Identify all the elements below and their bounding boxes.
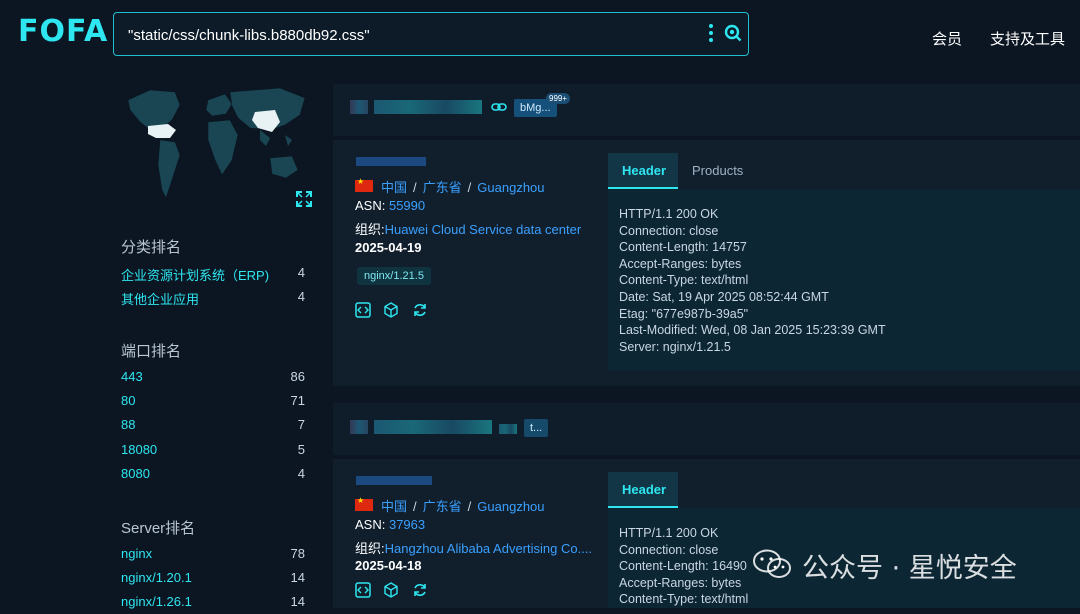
code-icon[interactable]	[355, 302, 371, 318]
nav-tools[interactable]: 支持及工具	[990, 28, 1065, 49]
server-tag[interactable]: nginx/1.21.5	[357, 267, 431, 285]
refresh-icon[interactable]	[412, 582, 428, 598]
count-badge: 999+	[546, 93, 571, 104]
server-item-count: 78	[290, 546, 305, 561]
result-date: 2025-04-18	[355, 558, 422, 573]
org-label: 组织:	[355, 222, 385, 237]
port-item-count: 5	[297, 442, 305, 457]
port-item-label[interactable]: 88	[121, 417, 135, 432]
result-tabs: Header Products	[608, 153, 1080, 189]
top-bar: FOFA 会员 支持及工具	[0, 0, 1080, 70]
more-options-icon[interactable]	[706, 21, 716, 47]
redacted-ip	[356, 476, 432, 485]
asn-link[interactable]: 37963	[389, 517, 425, 532]
wechat-icon	[753, 549, 791, 578]
server-item-count: 14	[290, 594, 305, 609]
search-icon[interactable]	[724, 24, 742, 42]
org-label: 组织:	[355, 541, 385, 556]
port-item-label[interactable]: 443	[121, 369, 143, 384]
server-item[interactable]: nginx/1.26.1 14	[121, 594, 305, 614]
http-header-text: HTTP/1.1 200 OK Connection: close Conten…	[619, 526, 749, 607]
port-item-label[interactable]: 80	[121, 393, 135, 408]
refresh-icon[interactable]	[412, 302, 428, 318]
category-item-count: 4	[297, 265, 305, 280]
asn-link[interactable]: 55990	[389, 198, 425, 213]
result-date: 2025-04-19	[355, 240, 422, 255]
result-tabs: Header	[608, 472, 1080, 508]
port-item[interactable]: 8080 4	[121, 466, 305, 486]
result-tag[interactable]: t...	[524, 419, 549, 437]
port-item-label[interactable]: 18080	[121, 442, 157, 457]
search-input[interactable]	[126, 21, 690, 49]
china-flag-icon	[355, 177, 373, 192]
port-item-count: 71	[290, 393, 305, 408]
category-item-count: 4	[297, 289, 305, 304]
redacted-ip	[356, 157, 426, 166]
port-item[interactable]: 88 7	[121, 417, 305, 437]
china-flag-icon	[355, 496, 373, 511]
category-item-label[interactable]: 其他企业应用	[121, 289, 199, 308]
world-map	[127, 87, 306, 199]
tab-header[interactable]: Header	[608, 472, 678, 508]
org-row: 组织:Hangzhou Alibaba Advertising Co....	[355, 538, 592, 557]
watermark-text: 公众号 · 星悦安全	[802, 553, 1017, 584]
http-header-text: HTTP/1.1 200 OK Connection: close Conten…	[619, 207, 886, 354]
location: 中国 / 广东省 / Guangzhou	[381, 499, 545, 514]
server-item-label[interactable]: nginx	[121, 546, 152, 561]
city-link[interactable]: Guangzhou	[477, 180, 544, 195]
server-item[interactable]: nginx 78	[121, 546, 305, 566]
result-actions	[355, 582, 428, 600]
category-item[interactable]: 其他企业应用 4	[121, 289, 305, 309]
server-ranking-title: Server排名	[121, 520, 196, 537]
port-item[interactable]: 18080 5	[121, 442, 305, 462]
org-link[interactable]: Huawei Cloud Service data center	[385, 222, 582, 237]
location: 中国 / 广东省 / Guangzhou	[381, 180, 545, 195]
province-link[interactable]: 广东省	[423, 499, 462, 514]
province-link[interactable]: 广东省	[423, 180, 462, 195]
redacted-host	[350, 100, 368, 114]
category-ranking-title: 分类排名	[121, 239, 182, 256]
cube-icon[interactable]	[383, 582, 399, 598]
search-box[interactable]	[113, 12, 749, 56]
redacted-host	[499, 424, 517, 434]
port-item-label[interactable]: 8080	[121, 466, 150, 481]
nav-member[interactable]: 会员	[932, 28, 962, 49]
asn-label: ASN:	[355, 517, 386, 532]
port-item[interactable]: 443 86	[121, 369, 305, 389]
redacted-host	[374, 100, 482, 114]
port-item-count: 4	[297, 466, 305, 481]
category-item-label[interactable]: 企业资源计划系统（ERP)	[121, 265, 269, 284]
port-item[interactable]: 80 71	[121, 393, 305, 413]
result-actions	[355, 302, 428, 320]
port-item-count: 86	[290, 369, 305, 384]
tab-header[interactable]: Header	[608, 153, 678, 189]
code-icon[interactable]	[355, 582, 371, 598]
country-link[interactable]: 中国	[381, 499, 407, 514]
expand-icon[interactable]	[296, 191, 312, 207]
server-item-label[interactable]: nginx/1.26.1	[121, 594, 192, 609]
asn-row: ASN: 55990	[355, 198, 425, 213]
tab-products[interactable]: Products	[678, 153, 757, 189]
country-link[interactable]: 中国	[381, 180, 407, 195]
cube-icon[interactable]	[383, 302, 399, 318]
port-ranking-title: 端口排名	[121, 343, 182, 360]
asn-row: ASN: 37963	[355, 517, 425, 532]
redacted-host	[374, 420, 492, 434]
org-row: 组织:Huawei Cloud Service data center	[355, 219, 581, 238]
category-item[interactable]: 企业资源计划系统（ERP) 4	[121, 265, 305, 285]
redacted-host	[350, 420, 368, 434]
fofa-logo[interactable]: FOFA	[18, 14, 108, 49]
asn-label: ASN:	[355, 198, 386, 213]
port-item-count: 7	[297, 417, 305, 432]
server-item[interactable]: nginx/1.20.1 14	[121, 570, 305, 590]
org-link[interactable]: Hangzhou Alibaba Advertising Co....	[385, 541, 592, 556]
server-item-count: 14	[290, 570, 305, 585]
server-item-label[interactable]: nginx/1.20.1	[121, 570, 192, 585]
city-link[interactable]: Guangzhou	[477, 499, 544, 514]
link-icon[interactable]	[491, 102, 507, 112]
